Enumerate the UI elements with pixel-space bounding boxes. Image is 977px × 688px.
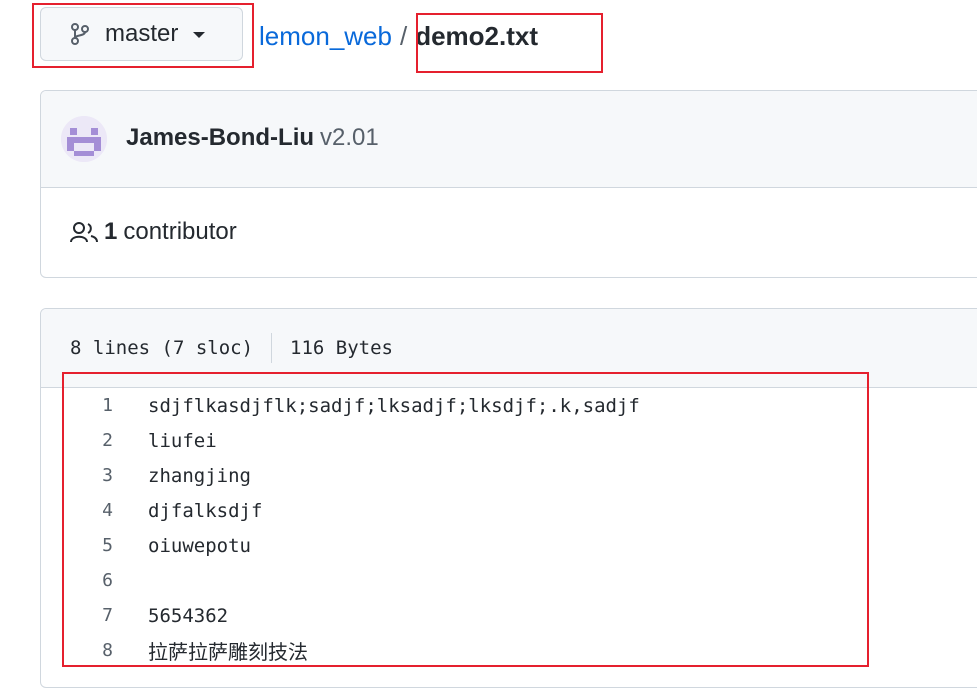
breadcrumb-separator: / [399, 20, 408, 51]
commit-info-box: James-Bond-Liu v2.01 1 contributor [40, 90, 977, 278]
file-line-count: 8 lines (7 sloc) [70, 337, 254, 359]
commit-author-line: James-Bond-Liu v2.01 [126, 124, 379, 152]
highlight-box-branch [32, 3, 254, 68]
header-divider [271, 333, 273, 363]
commit-author-link[interactable]: James-Bond-Liu [126, 124, 314, 151]
avatar[interactable] [61, 116, 107, 162]
highlight-box-filename [416, 13, 603, 73]
contributor-label: contributor [123, 218, 237, 245]
latest-commit-bar: James-Bond-Liu v2.01 [41, 91, 977, 188]
commit-message[interactable]: v2.01 [320, 124, 379, 151]
breadcrumb-repo-link[interactable]: lemon_web [259, 21, 392, 52]
highlight-box-code [62, 372, 869, 667]
file-size: 116 Bytes [290, 337, 393, 359]
contributors-link[interactable]: 1 contributor [70, 218, 237, 246]
contributor-count: 1 [104, 218, 118, 245]
people-icon [70, 221, 98, 243]
